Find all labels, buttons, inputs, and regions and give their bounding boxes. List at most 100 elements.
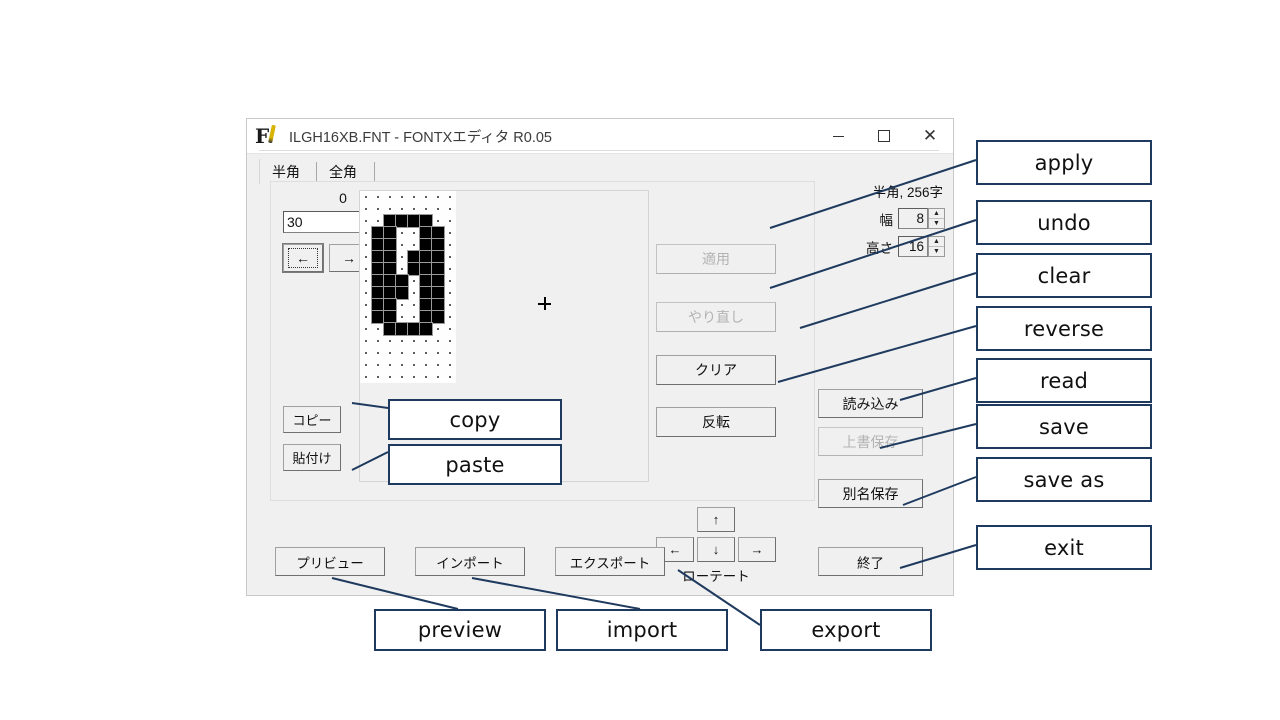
arrow-left-icon: ← [288, 248, 318, 268]
glyph-pixel[interactable] [407, 250, 421, 264]
grid-dot [437, 196, 439, 198]
glyph-pixel[interactable] [431, 262, 445, 276]
import-button[interactable]: インポート [415, 547, 525, 576]
rotate-right-button[interactable]: → [738, 537, 776, 562]
spinner-down-icon[interactable]: ▼ [929, 247, 944, 256]
glyph-pixel[interactable] [419, 226, 433, 240]
glyph-pixel[interactable] [395, 274, 409, 288]
glyph-pixel[interactable] [395, 214, 409, 228]
grid-dot [449, 292, 451, 294]
glyph-pixel[interactable] [407, 322, 421, 336]
glyph-pixel[interactable] [383, 322, 397, 336]
grid-dot [425, 364, 427, 366]
apply-button[interactable]: 適用 [656, 244, 776, 274]
glyph-pixel[interactable] [419, 322, 433, 336]
paste-button[interactable]: 貼付け [283, 444, 341, 471]
annotation-reverse: reverse [976, 306, 1152, 351]
glyph-pixel[interactable] [419, 310, 433, 324]
glyph-pixel[interactable] [431, 226, 445, 240]
exit-button[interactable]: 終了 [818, 547, 923, 576]
glyph-pixel[interactable] [431, 310, 445, 324]
glyph-pixel[interactable] [395, 322, 409, 336]
annotation-preview: preview [374, 609, 546, 651]
glyph-pixel[interactable] [383, 214, 397, 228]
glyph-pixel[interactable] [431, 238, 445, 252]
grid-dot [425, 376, 427, 378]
glyph-pixel[interactable] [371, 274, 385, 288]
glyph-pixel[interactable] [383, 310, 397, 324]
annotation-label: exit [1044, 535, 1084, 560]
grid-dot [377, 376, 379, 378]
maximize-button[interactable] [861, 120, 907, 153]
glyph-pixel[interactable] [407, 262, 421, 276]
spinner-up-icon[interactable]: ▲ [929, 237, 944, 247]
glyph-pixel[interactable] [431, 250, 445, 264]
preview-button[interactable]: プリビュー [275, 547, 385, 576]
spinner-up-icon[interactable]: ▲ [929, 209, 944, 219]
glyph-bitmap-grid[interactable] [360, 191, 456, 383]
grid-dot [449, 244, 451, 246]
glyph-pixel[interactable] [431, 298, 445, 312]
glyph-pixel[interactable] [371, 286, 385, 300]
grid-dot [449, 376, 451, 378]
grid-dot [365, 196, 367, 198]
glyph-pixel[interactable] [395, 286, 409, 300]
glyph-pixel[interactable] [419, 250, 433, 264]
clear-button[interactable]: クリア [656, 355, 776, 385]
width-input[interactable]: 8 [898, 208, 928, 229]
glyph-pixel[interactable] [431, 286, 445, 300]
glyph-pixel[interactable] [431, 274, 445, 288]
glyph-pixel[interactable] [371, 250, 385, 264]
undo-button[interactable]: やり直し [656, 302, 776, 332]
glyph-pixel[interactable] [383, 274, 397, 288]
window-title: ILGH16XB.FNT - FONTXエディタ R0.05 [289, 129, 552, 146]
glyph-pixel[interactable] [419, 274, 433, 288]
annotation-export: export [760, 609, 932, 651]
font-info-title: 半角, 256字 [872, 185, 943, 200]
glyph-pixel[interactable] [383, 238, 397, 252]
grid-dot [377, 328, 379, 330]
export-button[interactable]: エクスポート [555, 547, 665, 576]
glyph-pixel[interactable] [383, 262, 397, 276]
rotate-up-button[interactable]: ↑ [697, 507, 735, 532]
glyph-pixel[interactable] [419, 286, 433, 300]
glyph-pixel[interactable] [383, 226, 397, 240]
close-button[interactable]: ✕ [907, 120, 953, 153]
glyph-pixel[interactable] [383, 286, 397, 300]
rotate-down-button[interactable]: ↓ [697, 537, 735, 562]
annotation-label: preview [417, 618, 503, 642]
glyph-pixel[interactable] [371, 262, 385, 276]
minimize-button[interactable] [815, 120, 861, 153]
annotation-label: save as [1023, 467, 1105, 492]
reverse-button[interactable]: 反転 [656, 407, 776, 437]
char-code-input[interactable]: 30 [283, 211, 361, 233]
glyph-pixel[interactable] [383, 298, 397, 312]
glyph-pixel[interactable] [371, 298, 385, 312]
height-input[interactable]: 16 [898, 236, 928, 257]
grid-dot [377, 340, 379, 342]
grid-dot [449, 268, 451, 270]
glyph-pixel[interactable] [419, 214, 433, 228]
prev-char-button[interactable]: ← [282, 243, 324, 273]
width-spinner[interactable]: ▲ ▼ [928, 208, 945, 229]
save-button[interactable]: 上書保存 [818, 427, 923, 456]
glyph-pixel[interactable] [371, 310, 385, 324]
grid-dot [449, 328, 451, 330]
glyph-pixel[interactable] [407, 214, 421, 228]
annotation-read: read [976, 358, 1152, 403]
glyph-pixel[interactable] [419, 238, 433, 252]
copy-button[interactable]: コピー [283, 406, 341, 433]
glyph-pixel[interactable] [383, 250, 397, 264]
glyph-pixel[interactable] [419, 298, 433, 312]
grid-dot [377, 208, 379, 210]
read-button[interactable]: 読み込み [818, 389, 923, 418]
grid-dot [389, 376, 391, 378]
glyph-pixel[interactable] [371, 238, 385, 252]
spinner-down-icon[interactable]: ▼ [929, 219, 944, 228]
grid-dot [449, 208, 451, 210]
height-spinner[interactable]: ▲ ▼ [928, 236, 945, 257]
glyph-pixel[interactable] [419, 262, 433, 276]
tab-zenkaku-label: 全角 [329, 163, 357, 180]
save-as-button[interactable]: 別名保存 [818, 479, 923, 508]
glyph-pixel[interactable] [371, 226, 385, 240]
